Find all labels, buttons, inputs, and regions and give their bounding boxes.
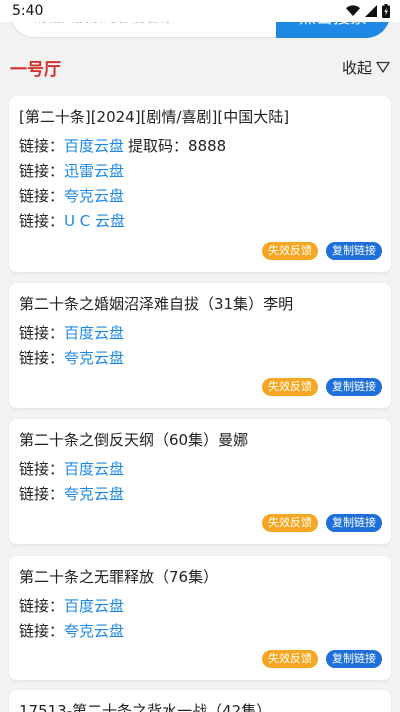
status-icons <box>346 4 390 18</box>
link-row: 链接：夸克云盘 <box>19 619 381 644</box>
status-time: 5:40 <box>12 3 44 19</box>
link-baidu[interactable]: 百度云盘 <box>64 597 124 615</box>
card-title: 第二十条之婚姻沼泽难自拔（31集）李明 <box>19 295 294 313</box>
link-row: 链接：百度云盘 <box>19 594 381 619</box>
link-label: 链接： <box>19 137 65 155</box>
link-label: 链接： <box>19 597 65 615</box>
card-actions: 失效反馈 复制链接 <box>262 514 382 532</box>
section-header: 一号厅 收起 <box>0 50 400 84</box>
section-title: 一号厅 <box>10 59 61 80</box>
link-row: 链接：夸克云盘 <box>19 482 381 507</box>
card-actions: 失效反馈 复制链接 <box>262 650 382 668</box>
copy-link-button[interactable]: 复制链接 <box>326 242 382 260</box>
card-actions: 失效反馈 复制链接 <box>262 378 382 396</box>
link-row: 链接：U C 云盘 <box>19 209 381 234</box>
link-label: 链接： <box>19 349 65 367</box>
link-row: 链接：百度云盘 <box>19 457 381 482</box>
link-row: 链接：百度云盘 提取码：8888 <box>19 134 381 159</box>
battery-icon <box>382 4 390 18</box>
copy-link-button[interactable]: 复制链接 <box>326 378 382 396</box>
card-title: 17513-第二十条之背水一战（42集） <box>19 702 272 712</box>
link-row: 链接：夸克云盘 <box>19 346 381 371</box>
link-label: 链接： <box>19 187 65 205</box>
link-baidu[interactable]: 百度云盘 <box>64 137 124 155</box>
card-actions: 失效反馈 复制链接 <box>262 242 382 260</box>
card-title: [第二十条][2024][剧情/喜剧][中国大陆] <box>19 108 290 126</box>
report-invalid-button[interactable]: 失效反馈 <box>262 242 318 260</box>
copy-link-button[interactable]: 复制链接 <box>326 650 382 668</box>
link-row: 链接：百度云盘 <box>19 321 381 346</box>
link-label: 链接： <box>19 485 65 503</box>
collapse-label: 收起 <box>341 58 372 77</box>
wifi-icon <box>346 5 360 16</box>
link-label: 链接： <box>19 212 65 230</box>
resource-card: 17513-第二十条之背水一战（42集） <box>9 690 391 712</box>
card-title: 第二十条之无罪释放（76集） <box>19 568 219 586</box>
report-invalid-button[interactable]: 失效反馈 <box>262 378 318 396</box>
extract-code: 提取码：8888 <box>128 137 227 155</box>
link-label: 链接： <box>19 162 65 180</box>
link-quark[interactable]: 夸克云盘 <box>64 349 124 367</box>
resource-card: 第二十条之倒反天纲（60集）曼娜 链接：百度云盘 链接：夸克云盘 失效反馈 复制… <box>9 419 391 544</box>
link-label: 链接： <box>19 324 65 342</box>
status-bar: 5:40 <box>0 0 400 22</box>
card-title: 第二十条之倒反天纲（60集）曼娜 <box>19 431 249 449</box>
link-baidu[interactable]: 百度云盘 <box>64 460 124 478</box>
resource-card: [第二十条][2024][剧情/喜剧][中国大陆] 链接：百度云盘 提取码：888… <box>9 96 391 272</box>
report-invalid-button[interactable]: 失效反馈 <box>262 514 318 532</box>
collapse-toggle[interactable]: 收起 <box>342 57 390 78</box>
report-invalid-button[interactable]: 失效反馈 <box>262 650 318 668</box>
link-row: 链接：夸克云盘 <box>19 184 381 209</box>
link-label: 链接： <box>19 622 65 640</box>
resource-card: 第二十条之婚姻沼泽难自拔（31集）李明 链接：百度云盘 链接：夸克云盘 失效反馈… <box>9 283 391 408</box>
link-label: 链接： <box>19 460 65 478</box>
link-baidu[interactable]: 百度云盘 <box>64 324 124 342</box>
link-quark[interactable]: 夸克云盘 <box>64 622 124 640</box>
link-quark[interactable]: 夸克云盘 <box>64 485 124 503</box>
triangle-down-icon <box>376 61 390 73</box>
signal-icon <box>365 5 377 17</box>
link-row: 链接：迅雷云盘 <box>19 159 381 184</box>
resource-card: 第二十条之无罪释放（76集） 链接：百度云盘 链接：夸克云盘 失效反馈 复制链接 <box>9 556 391 680</box>
copy-link-button[interactable]: 复制链接 <box>326 514 382 532</box>
link-xunlei[interactable]: 迅雷云盘 <box>64 162 124 180</box>
link-quark[interactable]: 夸克云盘 <box>64 187 124 205</box>
link-uc[interactable]: U C 云盘 <box>64 212 125 230</box>
